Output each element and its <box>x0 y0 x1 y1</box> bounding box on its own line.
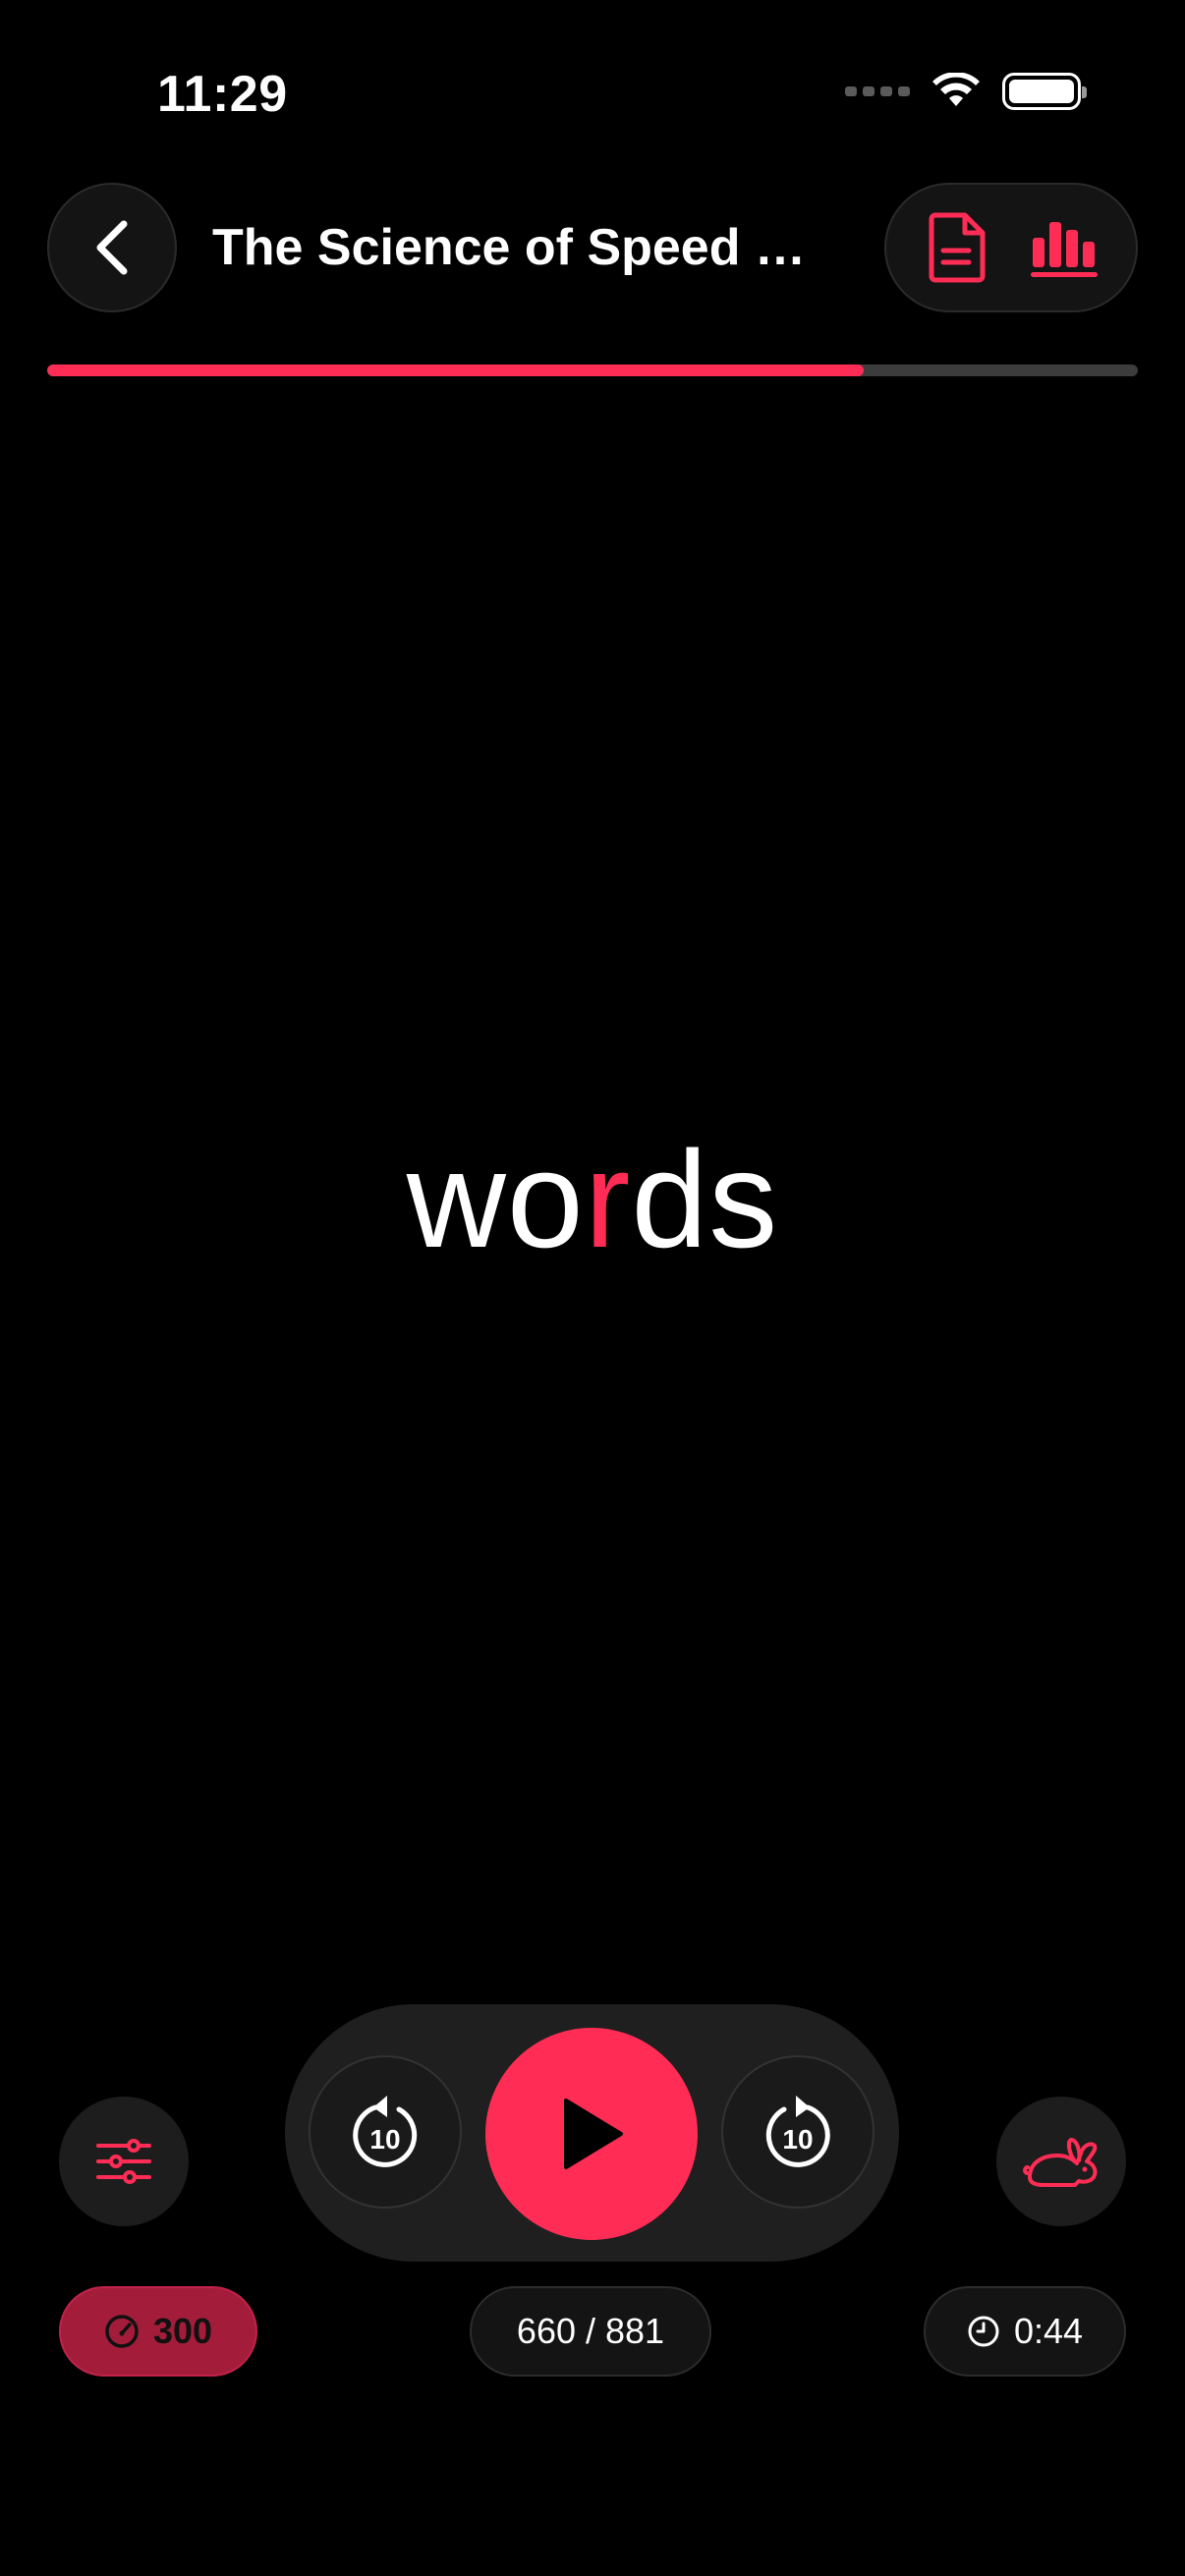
wpm-value: 300 <box>152 2311 213 2351</box>
clock-icon <box>968 2316 999 2347</box>
rewind-10-icon: 10 <box>353 2096 418 2167</box>
status-icons <box>845 73 1087 110</box>
word-count-badge: 660 / 881 <box>470 2286 711 2377</box>
word-focus-letter: r <box>584 1122 632 1276</box>
document-title: The Science of Speed Re... <box>212 219 841 276</box>
speed-reader-screen: 11:29 The Science of Speed Re... words 1… <box>0 0 1185 2576</box>
speedometer-icon <box>105 2315 139 2348</box>
battery-icon <box>1002 73 1087 110</box>
play-icon <box>564 2099 623 2169</box>
document-icon <box>929 212 985 283</box>
forward-10-icon: 10 <box>765 2096 830 2167</box>
bar-chart-icon <box>1030 222 1098 277</box>
cellular-signal-icon <box>845 86 910 96</box>
speed-mode-button[interactable] <box>996 2097 1126 2226</box>
skip-forward-button[interactable]: 10 <box>721 2055 875 2209</box>
sliders-icon <box>96 2139 151 2184</box>
skip-back-label: 10 <box>369 2124 400 2155</box>
wifi-icon <box>932 73 980 106</box>
reading-progress-fill <box>47 364 865 376</box>
stats-button[interactable] <box>1021 203 1109 292</box>
status-time: 11:29 <box>157 66 288 123</box>
time-remaining-badge: 0:44 <box>924 2286 1126 2377</box>
current-word: words <box>0 1120 1185 1279</box>
word-suffix: ds <box>631 1122 779 1276</box>
chevron-left-icon <box>96 220 128 275</box>
skip-forward-label: 10 <box>782 2124 813 2155</box>
back-button[interactable] <box>47 183 177 312</box>
time-remaining: 0:44 <box>1013 2311 1084 2351</box>
play-button[interactable] <box>485 2028 698 2240</box>
skip-back-button[interactable]: 10 <box>309 2055 462 2209</box>
settings-button[interactable] <box>59 2097 189 2226</box>
rabbit-icon <box>1023 2138 1098 2187</box>
reading-progress-bar[interactable] <box>47 364 1138 376</box>
wpm-button[interactable]: 300 <box>59 2286 257 2377</box>
word-prefix: wo <box>406 1122 585 1276</box>
document-view-button[interactable] <box>914 203 1002 292</box>
header-actions <box>884 183 1138 312</box>
word-count: 660 / 881 <box>516 2311 665 2351</box>
